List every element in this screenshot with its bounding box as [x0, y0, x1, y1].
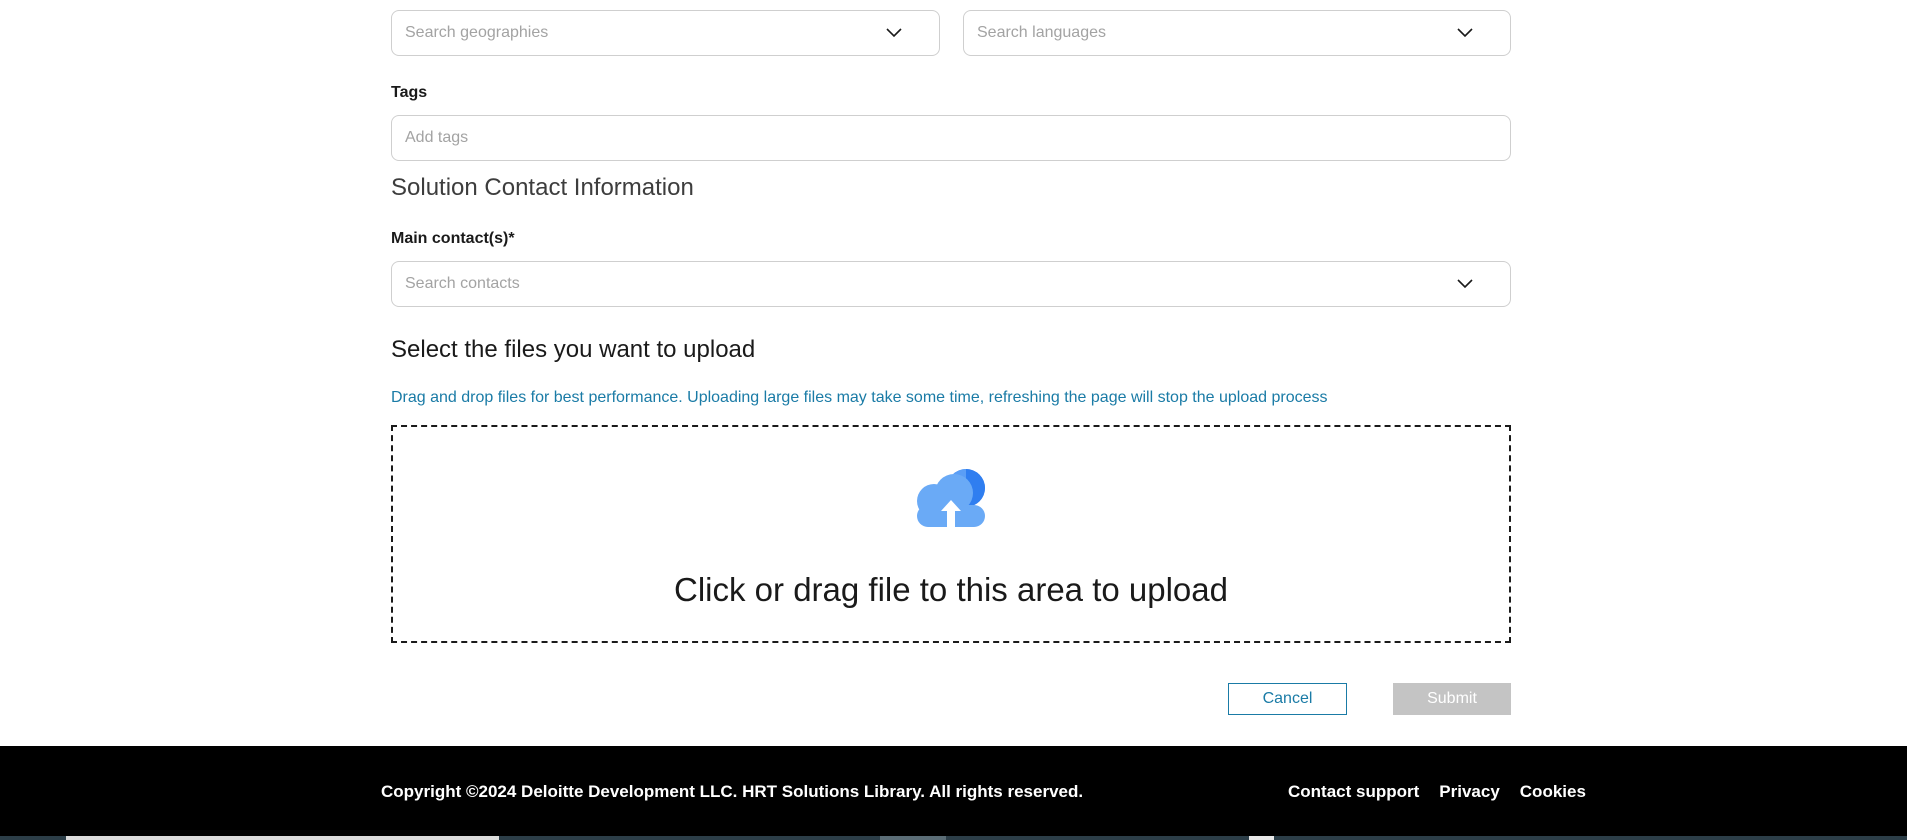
- taskbar-segment: [880, 836, 946, 840]
- taskbar-segment: [66, 836, 499, 840]
- contacts-select[interactable]: [391, 261, 1511, 307]
- main-contact-label: Main contact(s)*: [391, 230, 515, 247]
- geographies-select[interactable]: [391, 10, 940, 56]
- languages-select[interactable]: [963, 10, 1511, 56]
- upload-hint: Drag and drop files for best performance…: [391, 389, 1328, 406]
- cookies-link[interactable]: Cookies: [1520, 782, 1586, 802]
- languages-search-input[interactable]: [975, 23, 1455, 43]
- chevron-down-icon[interactable]: [1455, 274, 1475, 294]
- footer-copyright: Copyright ©2024 Deloitte Development LLC…: [381, 782, 1084, 801]
- tags-field[interactable]: [391, 115, 1511, 161]
- dropzone-text: Click or drag file to this area to uploa…: [674, 571, 1228, 608]
- tags-input[interactable]: [403, 128, 1499, 148]
- form-content: Tags Solution Contact Information Main c…: [391, 0, 1511, 746]
- chevron-down-icon[interactable]: [884, 23, 904, 43]
- taskbar-strip: [0, 836, 1907, 840]
- privacy-link[interactable]: Privacy: [1439, 782, 1500, 802]
- file-dropzone[interactable]: Click or drag file to this area to uploa…: [391, 425, 1511, 643]
- footer: Copyright ©2024 Deloitte Development LLC…: [0, 746, 1907, 840]
- contact-section-title: Solution Contact Information: [391, 174, 694, 201]
- contacts-search-input[interactable]: [403, 274, 1455, 294]
- taskbar-segment: [1249, 836, 1274, 840]
- contact-support-link[interactable]: Contact support: [1288, 782, 1419, 802]
- upload-title: Select the files you want to upload: [391, 336, 756, 363]
- cancel-button[interactable]: Cancel: [1228, 683, 1347, 715]
- cloud-upload-icon: [917, 469, 985, 527]
- footer-links: Contact support Privacy Cookies: [1288, 782, 1586, 802]
- tags-label: Tags: [391, 84, 428, 101]
- geographies-search-input[interactable]: [403, 23, 884, 43]
- chevron-down-icon[interactable]: [1455, 23, 1475, 43]
- submit-button[interactable]: Submit: [1393, 683, 1511, 715]
